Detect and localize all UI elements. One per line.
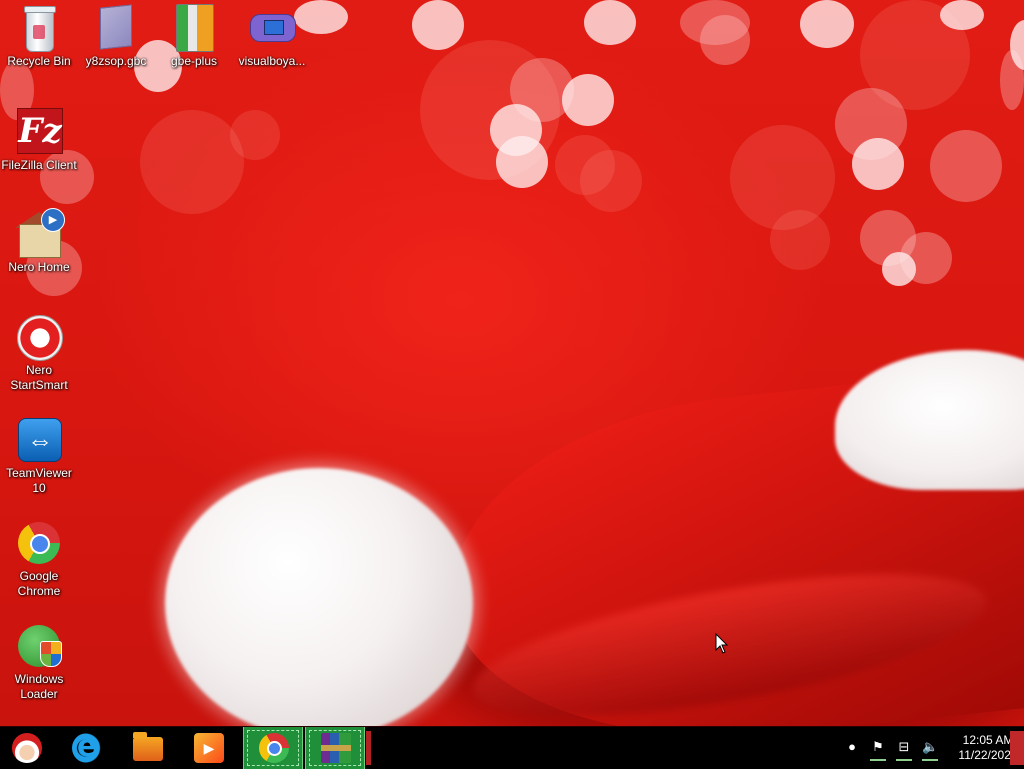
gameboy-advance-icon xyxy=(248,4,296,52)
santa-hat-pompom xyxy=(165,468,473,726)
gbc-file-icon xyxy=(92,4,140,52)
taskbar-file-explorer[interactable] xyxy=(121,727,177,769)
taskbar: ● ⚑ ⊟ 🔈 12:05 AM 11/22/2022 xyxy=(0,726,1024,769)
network-icon[interactable]: ⊟ xyxy=(896,739,912,761)
desktop-icon-label: gbe-plus xyxy=(170,54,218,68)
folder-archive-icon xyxy=(170,4,218,52)
chrome-icon xyxy=(259,733,289,763)
media-player-icon xyxy=(194,733,224,763)
desktop-icon-label: Google Chrome xyxy=(17,569,61,598)
system-tray: ● ⚑ ⊟ 🔈 12:05 AM 11/22/2022 xyxy=(834,727,1024,769)
taskbar-media-player[interactable] xyxy=(182,727,238,769)
taskbar-internet-explorer[interactable] xyxy=(60,727,116,769)
file-explorer-icon xyxy=(133,732,163,761)
show-desktop-button[interactable] xyxy=(1010,731,1024,765)
desktop-icon-google-chrome[interactable]: Google Chrome xyxy=(0,519,78,599)
desktop-icon-label: Nero StartSmart xyxy=(10,363,68,392)
desktop-icon-visualboy[interactable]: visualboya... xyxy=(233,4,311,69)
santa-hat-fur-trim xyxy=(835,350,1024,490)
internet-explorer-icon xyxy=(72,729,102,764)
taskbar-chrome[interactable] xyxy=(243,727,303,769)
dot-icon[interactable]: ● xyxy=(844,739,860,755)
start-button[interactable] xyxy=(0,727,56,769)
desktop-icon-label: FileZilla Client xyxy=(1,158,77,172)
desktop-wallpaper xyxy=(0,0,1024,726)
desktop-icon-windows-loader[interactable]: Windows Loader xyxy=(0,622,78,702)
taskbar-separator xyxy=(366,731,371,765)
nero-startsmart-icon xyxy=(15,313,63,361)
desktop-icon-gbe-plus[interactable]: gbe-plus xyxy=(155,4,233,69)
desktop-icon-label: visualboya... xyxy=(238,54,306,68)
desktop-icon-label: Nero Home xyxy=(8,260,70,274)
desktop-icon-teamviewer[interactable]: TeamViewer 10 xyxy=(0,416,78,496)
recycle-bin-icon xyxy=(15,4,63,52)
start-santa-icon xyxy=(12,733,42,763)
desktop-icon-label: Windows Loader xyxy=(14,672,64,701)
nero-home-icon: ▶ xyxy=(15,208,65,258)
chrome-icon xyxy=(15,519,63,567)
volume-muted-icon[interactable]: 🔈 xyxy=(922,739,938,761)
taskbar-winrar[interactable] xyxy=(305,727,365,769)
filezilla-icon: Fz xyxy=(15,108,63,156)
desktop-icon-nero-startsmart[interactable]: Nero StartSmart xyxy=(0,313,78,393)
action-center-flag-icon[interactable]: ⚑ xyxy=(870,739,886,761)
desktop-icon-filezilla[interactable]: Fz FileZilla Client xyxy=(0,108,78,173)
teamviewer-icon xyxy=(15,416,63,464)
desktop-icon-label: y8zsop.gbc xyxy=(85,54,147,68)
desktop-icon-recycle-bin[interactable]: Recycle Bin xyxy=(0,4,78,69)
desktop-icon-label: TeamViewer 10 xyxy=(6,466,72,495)
windows-loader-icon xyxy=(15,622,63,670)
desktop-icon-label: Recycle Bin xyxy=(7,54,71,68)
desktop-icon-y8zsop-gbc[interactable]: y8zsop.gbc xyxy=(77,4,155,69)
winrar-icon xyxy=(321,733,351,763)
desktop-icon-nero-home[interactable]: ▶ Nero Home xyxy=(0,208,78,275)
